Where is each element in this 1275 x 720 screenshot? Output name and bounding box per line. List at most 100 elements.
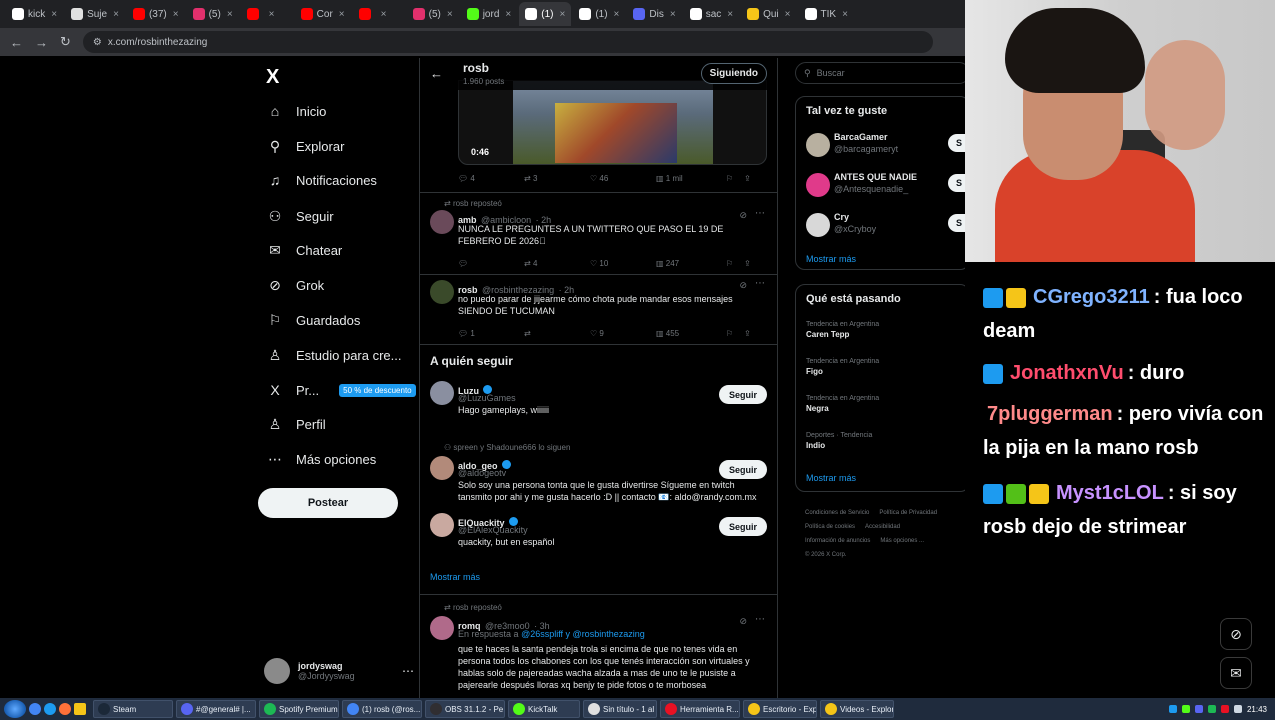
back-arrow-icon[interactable]: ←: [430, 66, 443, 81]
views-icon[interactable]: ▥ 455: [656, 329, 726, 338]
suggestions-show-more[interactable]: Mostrar más: [806, 254, 856, 264]
trend-item[interactable]: Tendencia en Argentina Negra: [806, 395, 956, 413]
tab-close-icon[interactable]: ×: [614, 9, 620, 20]
suggestion-avatar[interactable]: [806, 133, 830, 157]
browser-tab[interactable]: Cor ×: [295, 2, 351, 26]
premium-promo-badge[interactable]: 50 % de descuento: [339, 383, 416, 397]
tweet-avatar[interactable]: [430, 210, 454, 234]
tab-close-icon[interactable]: ×: [381, 9, 387, 20]
tab-close-icon[interactable]: ×: [842, 9, 848, 20]
browser-tab[interactable]: kick ×: [6, 2, 63, 26]
reply-icon[interactable]: 💬︎ 4: [458, 174, 524, 183]
browser-tab[interactable]: (5) ×: [187, 2, 239, 26]
footer-link[interactable]: Información de anuncios: [805, 538, 870, 544]
site-info-icon[interactable]: ⚙: [93, 37, 102, 48]
nav-item-grok[interactable]: ⊘ Grok: [266, 274, 324, 296]
nav-item-guardados[interactable]: ⚐ Guardados: [266, 309, 361, 331]
bookmark-icon[interactable]: ⚐: [726, 259, 744, 268]
nav-item-seguir[interactable]: ⚇ Seguir: [266, 205, 334, 227]
firefox-icon[interactable]: [59, 703, 71, 715]
suggestion-avatar[interactable]: [806, 173, 830, 197]
more-icon[interactable]: ⋯: [402, 664, 414, 678]
suggestion-name[interactable]: ANTES QUE NADIE: [834, 172, 917, 182]
reply-targets[interactable]: @26sspliff y @rosbinthezazing: [521, 629, 645, 639]
tray-icon[interactable]: [1194, 705, 1203, 713]
footer-link[interactable]: Política de Privacidad: [879, 510, 937, 516]
following-button[interactable]: Siguiendo: [700, 63, 767, 84]
nav-item-perfil[interactable]: ♙ Perfil: [266, 413, 326, 435]
repost-icon[interactable]: ⇄: [524, 329, 590, 338]
tab-close-icon[interactable]: ×: [339, 9, 345, 20]
tab-close-icon[interactable]: ×: [559, 9, 565, 20]
footer-link[interactable]: Condiciones de Servicio: [805, 510, 869, 516]
like-icon[interactable]: ♡ 10: [590, 259, 656, 268]
browser-tab[interactable]: jord ×: [461, 2, 518, 26]
browser-tab[interactable]: (1) ×: [519, 2, 572, 26]
bookmark-icon[interactable]: ⚐: [726, 174, 744, 183]
tab-close-icon[interactable]: ×: [173, 9, 179, 20]
browser-tab[interactable]: ×: [241, 2, 293, 26]
footer-link[interactable]: Accesibilidad: [865, 524, 900, 530]
reply-icon[interactable]: 💬︎ 1: [458, 329, 524, 338]
tab-close-icon[interactable]: ×: [447, 9, 453, 20]
nav-item-explorar[interactable]: ⚲ Explorar: [266, 135, 345, 157]
grok-icon[interactable]: ⊘: [739, 210, 747, 221]
tab-close-icon[interactable]: ×: [727, 9, 733, 20]
share-icon[interactable]: ⇪: [744, 174, 751, 183]
tray-icon[interactable]: [1207, 705, 1216, 713]
address-bar[interactable]: ⚙ x.com/rosbinthezazing: [82, 31, 933, 53]
follow-button[interactable]: Seguir: [718, 460, 767, 479]
reply-icon[interactable]: 💬︎: [458, 259, 524, 268]
back-icon[interactable]: ←: [10, 35, 23, 50]
chrome-icon[interactable]: [29, 703, 41, 715]
who-to-follow-show-more[interactable]: Mostrar más: [430, 572, 480, 582]
forward-icon[interactable]: →: [35, 35, 48, 50]
x-logo-icon[interactable]: X: [266, 66, 279, 89]
grok-icon[interactable]: ⊘: [739, 280, 747, 291]
tab-close-icon[interactable]: ×: [227, 9, 233, 20]
bookmark-icon[interactable]: ⚐: [726, 329, 744, 338]
like-icon[interactable]: ♡ 9: [590, 329, 656, 338]
trends-show-more[interactable]: Mostrar más: [806, 473, 856, 483]
repost-icon[interactable]: ⇄ 3: [524, 174, 590, 183]
tab-close-icon[interactable]: ×: [113, 9, 119, 20]
browser-tab[interactable]: (37) ×: [127, 2, 185, 26]
tab-close-icon[interactable]: ×: [670, 9, 676, 20]
suggested-user-avatar[interactable]: [430, 513, 454, 537]
account-switcher[interactable]: jordyswag @Jordyyswag ⋯: [264, 656, 414, 686]
grok-icon[interactable]: ⊘: [739, 616, 747, 627]
nav-item-estudio-para-cre[interactable]: ♙ Estudio para cre...: [266, 344, 402, 366]
trend-item[interactable]: Tendencia en Argentina Caren Tepp: [806, 321, 956, 339]
repost-icon[interactable]: ⇄ 4: [524, 259, 590, 268]
taskbar-item[interactable]: Steam: [93, 700, 173, 718]
messages-floating-button[interactable]: ✉: [1220, 657, 1252, 689]
suggestion-avatar[interactable]: [806, 213, 830, 237]
suggested-user-avatar[interactable]: [430, 456, 454, 480]
taskbar-item[interactable]: #@general# |...: [176, 700, 256, 718]
post-button[interactable]: Postear: [258, 488, 398, 518]
follow-button[interactable]: Seguir: [718, 385, 767, 404]
nav-item-pr[interactable]: X Pr... 50 % de descuento: [266, 379, 416, 401]
tab-close-icon[interactable]: ×: [269, 9, 275, 20]
tweet-avatar[interactable]: [430, 280, 454, 304]
share-icon[interactable]: ⇪: [744, 329, 751, 338]
browser-tab[interactable]: (1) ×: [573, 2, 625, 26]
reload-icon[interactable]: ↻: [60, 34, 71, 50]
footer-link[interactable]: Política de cookies: [805, 524, 855, 530]
nav-item-inicio[interactable]: ⌂ Inicio: [266, 100, 327, 122]
share-icon[interactable]: ⇪: [744, 259, 751, 268]
ie-icon[interactable]: [44, 703, 56, 715]
browser-tab[interactable]: ×: [353, 2, 405, 26]
footer-link[interactable]: © 2026 X Corp.: [805, 552, 846, 558]
more-icon[interactable]: ⋯: [755, 614, 765, 625]
tray-icon[interactable]: [1220, 705, 1229, 713]
follow-button[interactable]: Seguir: [718, 517, 767, 536]
browser-tab[interactable]: sac ×: [684, 2, 739, 26]
folder-icon[interactable]: [74, 703, 86, 715]
taskbar-item[interactable]: (1) rosb (@ros...: [342, 700, 422, 718]
taskbar-item[interactable]: Escritorio - Exp...: [743, 700, 817, 718]
suggested-user-avatar[interactable]: [430, 381, 454, 405]
clock[interactable]: 21:43: [1247, 705, 1267, 714]
nav-item-chatear[interactable]: ✉ Chatear: [266, 239, 342, 261]
tweet-avatar[interactable]: [430, 616, 454, 640]
